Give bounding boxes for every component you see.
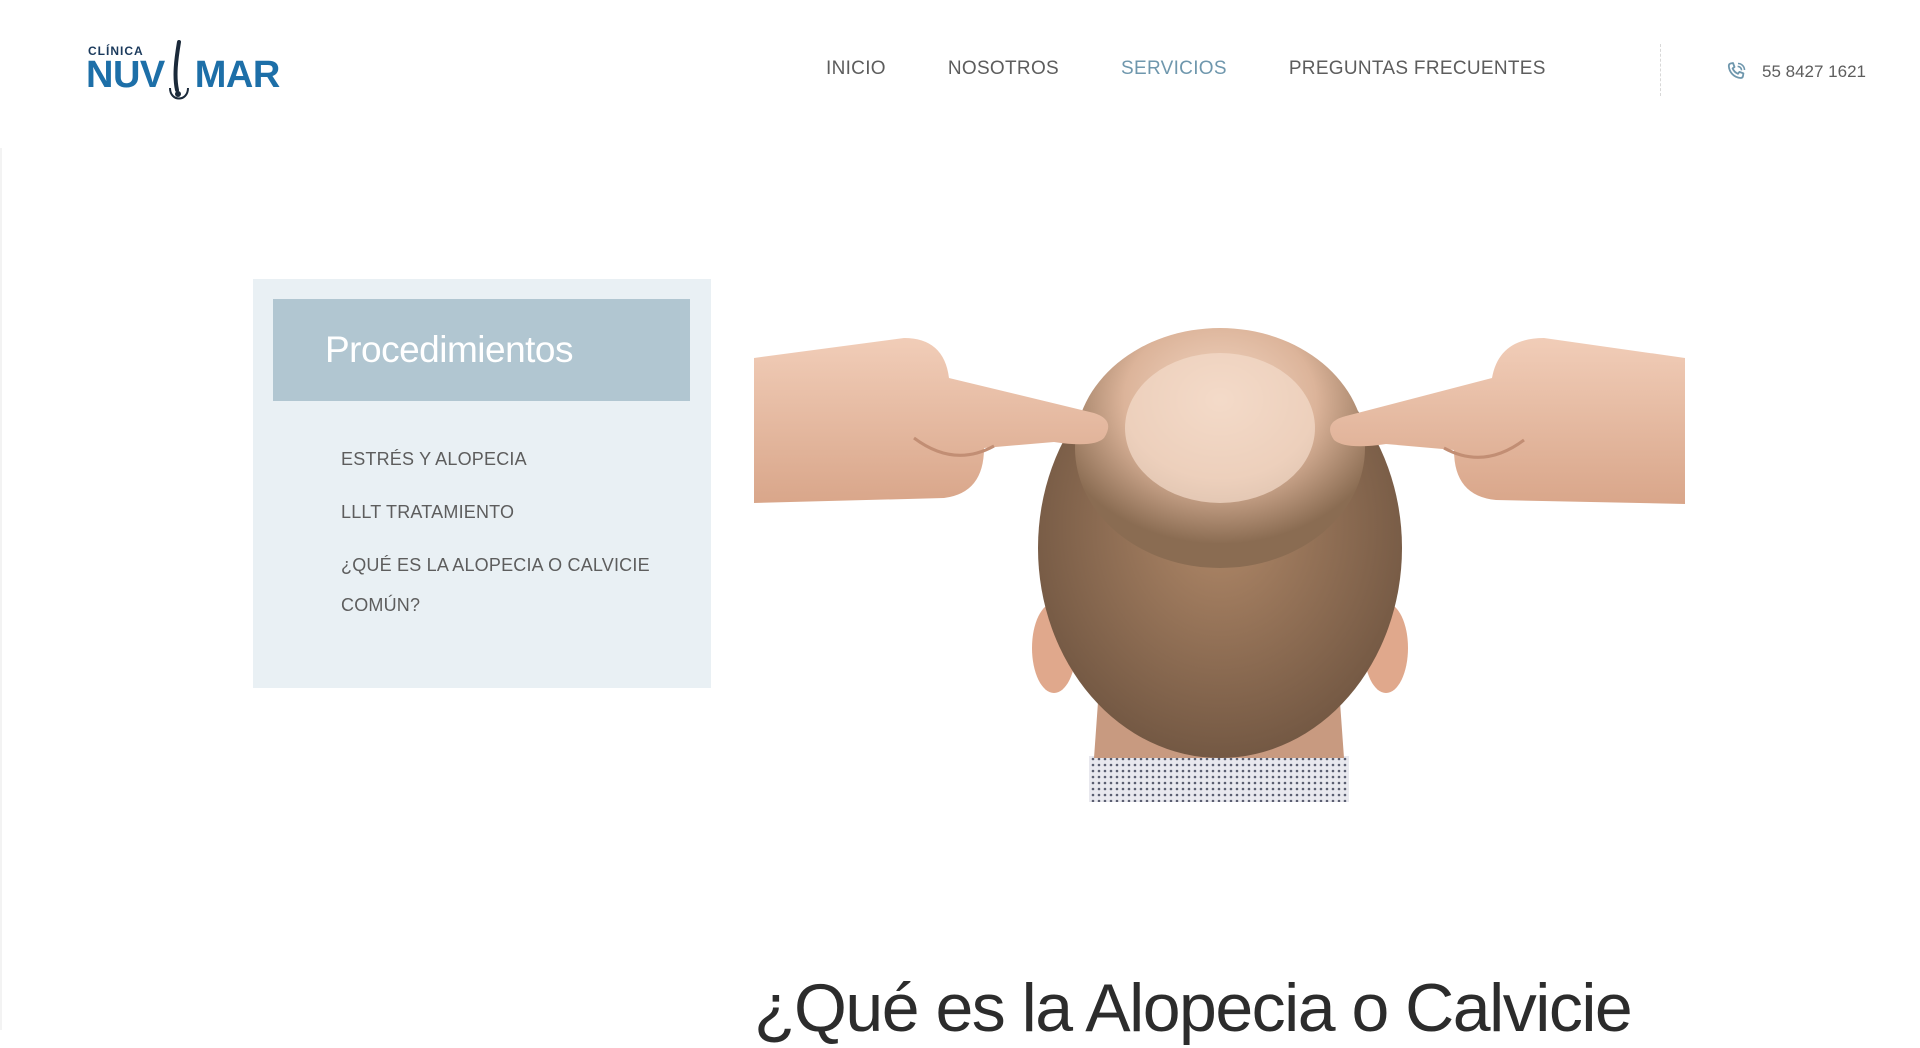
logo-right-text: MAR	[194, 54, 281, 96]
procedures-list: ESTRÉS Y ALOPECIA LLLT TRATAMIENTO ¿QUÉ …	[341, 439, 681, 638]
phone-icon	[1727, 62, 1746, 79]
nav-divider	[1660, 44, 1661, 96]
procedures-panel-header: Procedimientos	[273, 299, 690, 401]
nav-nosotros[interactable]: NOSOTROS	[948, 58, 1059, 80]
procedures-panel: Procedimientos ESTRÉS Y ALOPECIA LLLT TR…	[253, 279, 711, 688]
list-item: ¿QUÉ ES LA ALOPECIA O CALVICIE COMÚN?	[341, 545, 681, 625]
bald-head-illustration	[754, 328, 1685, 802]
list-item: ESTRÉS Y ALOPECIA	[341, 439, 681, 479]
phone-number: 55 8427 1621	[1762, 62, 1866, 81]
site-header: CLÍNICA NUV MAR INICIO NOSOTROS SERVICIOS…	[0, 0, 1920, 148]
nav-servicios[interactable]: SERVICIOS	[1121, 58, 1227, 80]
hero-image-bald-head	[754, 318, 1685, 802]
procedure-link-lllt[interactable]: LLLT TRATAMIENTO	[341, 492, 681, 532]
logo-left-text: NUV	[86, 54, 165, 96]
page-edge	[0, 148, 2, 1030]
nav-inicio[interactable]: INICIO	[826, 58, 886, 80]
list-item: LLLT TRATAMIENTO	[341, 492, 681, 532]
page-headline: ¿Qué es la Alopecia o Calvicie	[754, 970, 1633, 1046]
procedure-link-estres[interactable]: ESTRÉS Y ALOPECIA	[341, 439, 681, 479]
nav-preguntas-frecuentes[interactable]: PREGUNTAS FRECUENTES	[1289, 58, 1546, 80]
procedures-title: Procedimientos	[325, 329, 574, 370]
main-nav: INICIO NOSOTROS SERVICIOS PREGUNTAS FREC…	[826, 58, 1608, 80]
clinic-logo[interactable]: CLÍNICA NUV MAR	[86, 40, 280, 106]
procedure-link-alopecia[interactable]: ¿QUÉ ES LA ALOPECIA O CALVICIE COMÚN?	[341, 545, 681, 625]
phone-link[interactable]: 55 8427 1621	[1724, 60, 1866, 84]
hair-follicle-icon	[169, 40, 189, 100]
